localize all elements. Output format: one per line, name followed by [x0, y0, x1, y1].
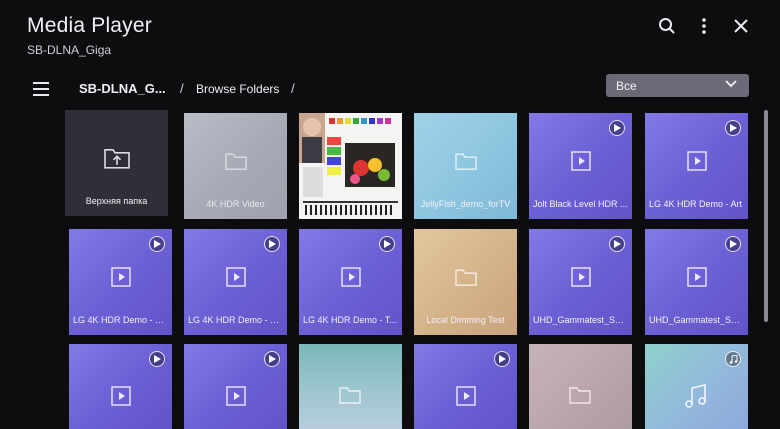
- tile-video[interactable]: LG 4K HDR Demo - T...: [299, 229, 402, 335]
- play-badge-icon: [149, 351, 165, 367]
- vertical-scrollbar[interactable]: [764, 110, 768, 322]
- video-file-icon: [111, 386, 131, 411]
- play-badge-icon: [264, 236, 280, 252]
- video-file-icon: [570, 267, 591, 292]
- play-badge-icon: [609, 120, 625, 136]
- tile-folder[interactable]: Local Dimming Test: [414, 229, 517, 335]
- tile-label: LG 4K HDR Demo - R...: [188, 315, 283, 325]
- video-file-icon: [340, 267, 361, 292]
- tile-video[interactable]: [414, 344, 517, 429]
- video-file-icon: [570, 151, 591, 176]
- play-badge-icon: [725, 120, 741, 136]
- play-badge-icon: [494, 351, 510, 367]
- tile-label: LG 4K HDR Demo - N...: [73, 315, 168, 325]
- tile-label: UHD_Gammatest_SD...: [533, 315, 628, 325]
- tile-music[interactable]: [645, 344, 748, 429]
- music-note-icon: [684, 384, 708, 413]
- video-file-icon: [110, 267, 131, 292]
- tile-label: Jolt Black Level HDR ...: [533, 199, 628, 209]
- folder-icon: [454, 152, 477, 175]
- tile-label: LG 4K HDR Demo - T...: [303, 315, 397, 325]
- tile-image-thumbnail[interactable]: [299, 113, 402, 219]
- tile-video[interactable]: LG 4K HDR Demo - Art: [645, 113, 748, 219]
- tile-label: UHD_Gammatest_SD...: [649, 315, 744, 325]
- play-badge-icon: [379, 236, 395, 252]
- tile-video[interactable]: [69, 344, 172, 429]
- tile-video[interactable]: [184, 344, 287, 429]
- video-file-icon: [226, 386, 246, 411]
- play-badge-icon: [149, 236, 165, 252]
- tile-video[interactable]: LG 4K HDR Demo - R...: [184, 229, 287, 335]
- video-file-icon: [686, 267, 707, 292]
- tile-video[interactable]: UHD_Gammatest_SD...: [529, 229, 632, 335]
- tile-up-folder[interactable]: Верхняя папка: [65, 110, 168, 216]
- play-badge-icon: [609, 236, 625, 252]
- folder-icon: [454, 268, 477, 291]
- tile-folder[interactable]: [529, 344, 632, 429]
- music-badge-icon: [725, 351, 741, 367]
- folder-up-icon: [103, 147, 130, 174]
- tile-folder[interactable]: JellyFish_demo_forTV: [414, 113, 517, 219]
- folder-icon: [339, 386, 361, 409]
- play-badge-icon: [264, 351, 280, 367]
- video-file-icon: [686, 151, 707, 176]
- tile-label: JellyFish_demo_forTV: [420, 199, 511, 209]
- video-file-icon: [225, 267, 246, 292]
- tile-folder[interactable]: 4K HDR Video: [184, 113, 287, 219]
- folder-icon: [569, 386, 591, 409]
- tile-video[interactable]: UHD_Gammatest_SD...: [645, 229, 748, 335]
- folder-icon: [224, 152, 247, 175]
- tile-label: 4K HDR Video: [206, 199, 265, 209]
- media-grid: Верхняя папка 4K HDR Video JellyFish_dem…: [0, 0, 780, 429]
- tile-label: LG 4K HDR Demo - Art: [649, 199, 743, 209]
- tile-label: Local Dimming Test: [426, 315, 505, 325]
- tile-video[interactable]: Jolt Black Level HDR ...: [529, 113, 632, 219]
- tile-video[interactable]: LG 4K HDR Demo - N...: [69, 229, 172, 335]
- play-badge-icon: [725, 236, 741, 252]
- tile-label: Верхняя папка: [85, 196, 148, 206]
- video-file-icon: [456, 386, 476, 411]
- test-pattern-thumbnail: [299, 113, 402, 219]
- tile-folder[interactable]: [299, 344, 402, 429]
